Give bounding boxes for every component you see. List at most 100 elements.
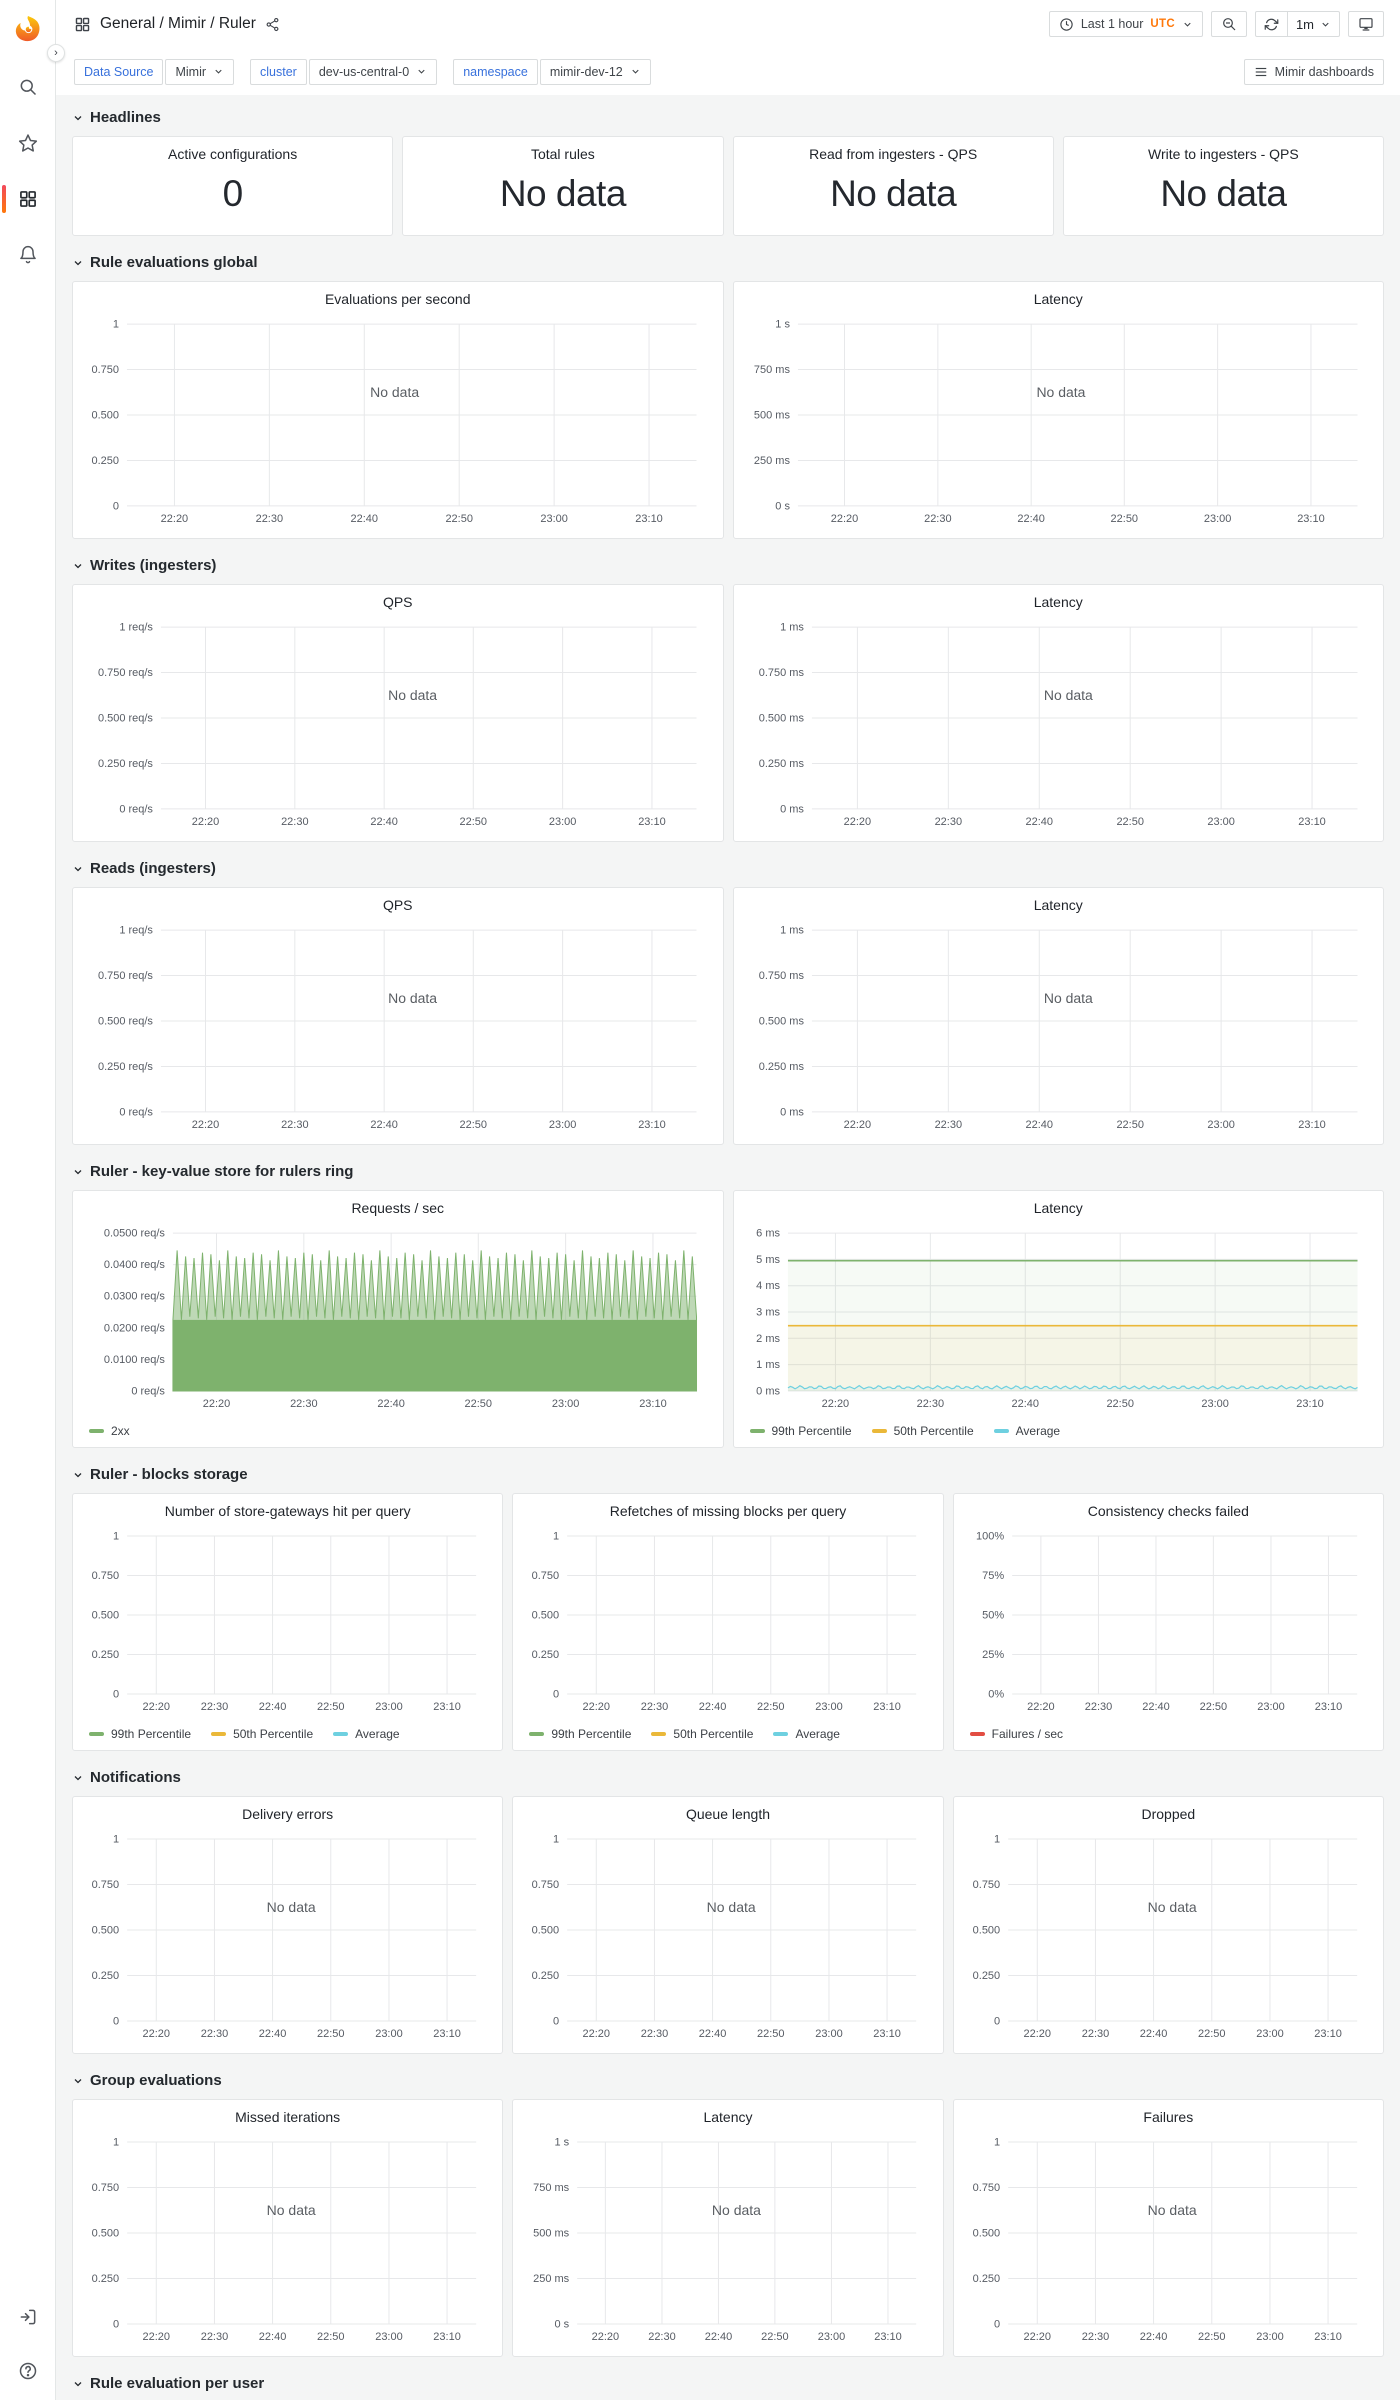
panel-title[interactable]: QPS: [73, 896, 723, 914]
mimir-dashboards-button[interactable]: Mimir dashboards: [1243, 58, 1384, 85]
grafana-logo-icon[interactable]: [13, 14, 43, 44]
legend-item[interactable]: Average: [773, 1727, 840, 1741]
legend-label: 2xx: [111, 1424, 130, 1438]
variable-value-select[interactable]: mimir-dev-12: [539, 58, 651, 85]
x-axis-tick-label: 22:50: [445, 513, 473, 525]
legend-item[interactable]: Average: [993, 1424, 1060, 1438]
section-header[interactable]: Group evaluations: [72, 2070, 1384, 2091]
time-series-chart[interactable]: 0 0.250 0.500 0.750 1 22:20 22:30 22:40 22:50 23:…: [962, 1829, 1373, 2045]
time-series-chart[interactable]: 0 req/s 0.250 req/s 0.500 req/s 0.750 req/s…: [81, 617, 713, 833]
time-series-chart[interactable]: 0 0.250 0.500 0.750 1 22:20 22:30 22:40 22:50 23:…: [521, 1526, 932, 1718]
refresh-button[interactable]: [1256, 12, 1287, 36]
panel-title[interactable]: Consistency checks failed: [954, 1502, 1383, 1520]
time-series-chart[interactable]: 0 ms 0.250 ms 0.500 ms 0.750 ms 1 ms 22:20 22:…: [742, 617, 1374, 833]
sidebar-item-dashboards[interactable]: [0, 184, 56, 214]
series-2xx: [172, 1250, 698, 1392]
section-header[interactable]: Ruler - key-value store for rulers ring: [72, 1161, 1384, 1182]
zoom-out-button[interactable]: [1210, 11, 1247, 37]
panel-title[interactable]: Refetches of missing blocks per query: [513, 1502, 942, 1520]
section-header[interactable]: Reads (ingesters): [72, 858, 1384, 879]
refresh-interval-select[interactable]: 1m: [1286, 12, 1339, 36]
sidebar-expand-toggle[interactable]: ›: [47, 44, 65, 62]
variable-value-select[interactable]: Mimir: [165, 58, 235, 85]
panel-title[interactable]: Latency: [513, 2108, 942, 2126]
dashboard-grid-icon: [75, 17, 90, 31]
y-axis-tick-label: 0: [113, 2016, 119, 2028]
section-header[interactable]: Headlines: [72, 107, 1384, 128]
refresh-interval-label: 1m: [1295, 16, 1314, 32]
x-axis-tick-label: 23:00: [816, 1701, 844, 1713]
variable-label[interactable]: Data Source: [74, 58, 164, 85]
time-series-chart[interactable]: 0 req/s 0.0100 req/s 0.0200 req/s 0.0300 re…: [81, 1223, 713, 1415]
time-series-chart[interactable]: 0 0.250 0.500 0.750 1 22:20 22:30 22:40 22:50 23:…: [81, 314, 713, 530]
panel-title[interactable]: Latency: [734, 593, 1384, 611]
panel-title[interactable]: Read from ingesters - QPS: [809, 145, 977, 163]
panel-title[interactable]: Missed iterations: [73, 2108, 502, 2126]
panel-title[interactable]: Latency: [734, 1199, 1384, 1217]
x-axis-tick-label: 22:30: [290, 1398, 318, 1410]
time-series-chart[interactable]: 0 req/s 0.250 req/s 0.500 req/s 0.750 req/s…: [81, 920, 713, 1136]
template-variables: Data Source Mimir cluster dev-us-central…: [74, 58, 651, 85]
share-icon[interactable]: [265, 17, 280, 32]
variable-value-select[interactable]: dev-us-central-0: [308, 58, 438, 85]
time-series-chart[interactable]: 0 0.250 0.500 0.750 1 22:20 22:30 22:40 22:50 23:…: [81, 1829, 492, 2045]
legend-item[interactable]: Average: [333, 1727, 400, 1741]
legend-item[interactable]: 2xx: [89, 1424, 130, 1438]
cycle-view-mode-button[interactable]: [1348, 11, 1384, 37]
panel-title[interactable]: Delivery errors: [73, 1805, 502, 1823]
panel-title[interactable]: Queue length: [513, 1805, 942, 1823]
time-series-chart[interactable]: 0 0.250 0.500 0.750 1 22:20 22:30 22:40 22:50 23:…: [962, 2132, 1373, 2348]
sidebar-item-starred[interactable]: [0, 128, 56, 158]
x-axis-tick-label: 22:40: [377, 1398, 405, 1410]
panel-title[interactable]: Evaluations per second: [73, 290, 723, 308]
legend-item[interactable]: 50th Percentile: [871, 1424, 974, 1438]
time-series-chart[interactable]: 0 ms 0.250 ms 0.500 ms 0.750 ms 1 ms 22:20 22:…: [742, 920, 1374, 1136]
search-icon: [20, 79, 36, 96]
time-series-chart[interactable]: 0 s 250 ms 500 ms 750 ms 1 s 22:20 22:30 22:40 2…: [521, 2132, 932, 2348]
sidebar-item-alerting[interactable]: [0, 240, 56, 270]
section-header[interactable]: Ruler - blocks storage: [72, 1464, 1384, 1485]
panel-title[interactable]: Requests / sec: [73, 1199, 723, 1217]
time-series-chart[interactable]: 0 0.250 0.500 0.750 1 22:20 22:30 22:40 22:50 23:…: [521, 1829, 932, 2045]
time-series-chart[interactable]: 0 ms 1 ms 2 ms 3 ms 4 ms 5 ms 6 ms 22:20 22:30 22…: [742, 1223, 1374, 1415]
y-axis-tick-label: 0 s: [555, 2319, 570, 2331]
section-header[interactable]: Writes (ingesters): [72, 555, 1384, 576]
time-series-chart[interactable]: 0 0.250 0.500 0.750 1 22:20 22:30 22:40 22:50 23:…: [81, 1526, 492, 1718]
time-range-picker[interactable]: Last 1 hour UTC: [1048, 11, 1203, 37]
variable-label[interactable]: cluster: [250, 58, 307, 85]
section-header[interactable]: Rule evaluations global: [72, 252, 1384, 273]
legend-item[interactable]: 99th Percentile: [89, 1727, 191, 1741]
panel-title[interactable]: Failures: [954, 2108, 1383, 2126]
variable-label[interactable]: namespace: [453, 58, 538, 85]
sidebar-item-help[interactable]: [0, 2356, 56, 2386]
breadcrumb[interactable]: General / Mimir / Ruler: [74, 15, 280, 33]
time-series-chart[interactable]: 0 0.250 0.500 0.750 1 22:20 22:30 22:40 22:50 23:…: [81, 2132, 492, 2348]
panel-title[interactable]: Number of store-gateways hit per query: [73, 1502, 502, 1520]
panel-title[interactable]: Write to ingesters - QPS: [1148, 145, 1299, 163]
section-title: Ruler - blocks storage: [90, 1466, 248, 1483]
section-header[interactable]: Notifications: [72, 1767, 1384, 1788]
legend-item[interactable]: 99th Percentile: [529, 1727, 631, 1741]
legend-item[interactable]: Failures / sec: [969, 1727, 1063, 1741]
section-header[interactable]: Rule evaluation per user: [72, 2373, 1384, 2394]
panel-title[interactable]: Active configurations: [168, 145, 297, 163]
panel-title[interactable]: Latency: [734, 896, 1384, 914]
legend-item[interactable]: 50th Percentile: [651, 1727, 753, 1741]
time-series-chart[interactable]: 0% 25% 50% 75% 100% 22:20 22:30 22:40 22:50 23:00…: [962, 1526, 1373, 1718]
sidebar-item-sign-in[interactable]: [0, 2302, 56, 2332]
panel-title[interactable]: Dropped: [954, 1805, 1383, 1823]
sidebar-item-search[interactable]: [0, 72, 56, 102]
section-title: Notifications: [90, 1769, 181, 1786]
x-axis-tick-label: 22:40: [1139, 2331, 1167, 2343]
panel-title[interactable]: Latency: [734, 290, 1384, 308]
panel-title[interactable]: QPS: [73, 593, 723, 611]
legend-item[interactable]: 99th Percentile: [749, 1424, 852, 1438]
y-axis-tick-label: 0.500 req/s: [98, 713, 153, 725]
page-title: General / Mimir / Ruler: [100, 15, 256, 32]
panel-title[interactable]: Total rules: [531, 145, 595, 163]
x-axis-tick-label: 22:30: [934, 1119, 962, 1131]
time-series-chart[interactable]: 0 s 250 ms 500 ms 750 ms 1 s 22:20 22:30 22:40 2…: [742, 314, 1374, 530]
y-axis-tick-label: 0 s: [775, 500, 790, 512]
legend-item[interactable]: 50th Percentile: [211, 1727, 313, 1741]
y-axis-tick-label: 250 ms: [533, 2273, 570, 2285]
